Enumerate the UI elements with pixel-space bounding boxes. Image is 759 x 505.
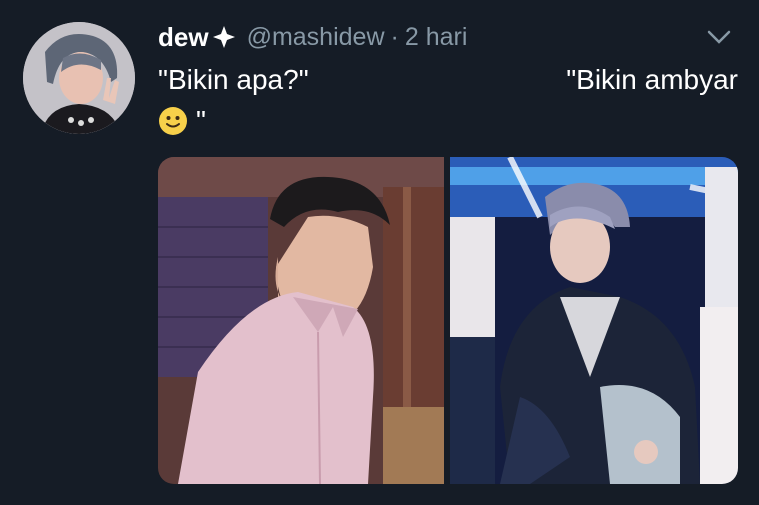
- four-point-star-icon: [212, 26, 235, 48]
- tweet-text-line: "Bikin apa?" "Bikin ambyar: [158, 60, 738, 100]
- slightly-smiling-face-icon: [158, 106, 188, 136]
- photo-performer-stage[interactable]: [450, 157, 738, 484]
- media-grid: [158, 157, 738, 484]
- user-handle[interactable]: @mashidew: [247, 23, 385, 52]
- tweet-text-left: "Bikin apa?": [158, 64, 309, 95]
- tweet-header: dew @mashidew · 2 hari: [158, 20, 467, 54]
- photo-man-pink-shirt[interactable]: [158, 157, 444, 484]
- display-name[interactable]: dew: [158, 22, 209, 53]
- header-separator: ·: [390, 22, 399, 51]
- tweet-text-right: "Bikin ambyar: [566, 64, 738, 95]
- tweet-text-line-2: ": [158, 100, 206, 142]
- chevron-down-icon[interactable]: [705, 26, 733, 46]
- avatar[interactable]: [23, 22, 135, 134]
- tweet-text-end: ": [196, 105, 206, 136]
- timestamp[interactable]: 2 hari: [405, 23, 468, 52]
